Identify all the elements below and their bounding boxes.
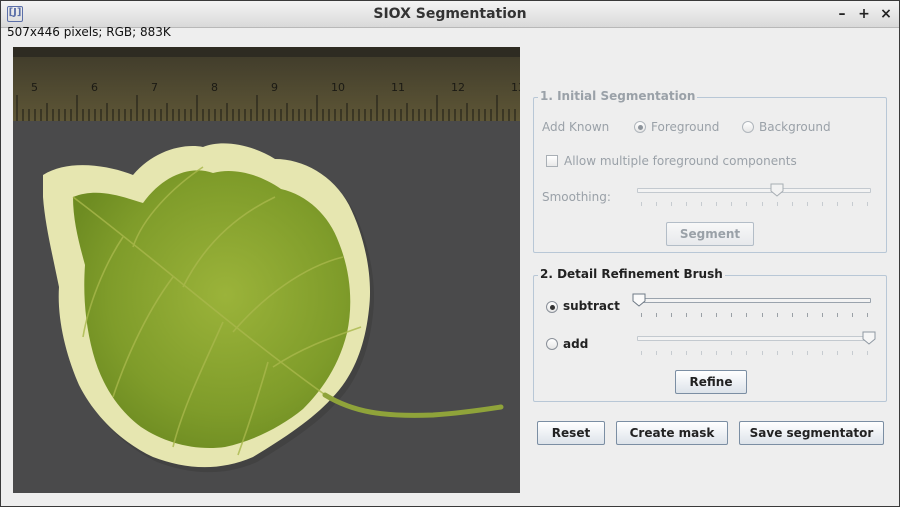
slider-tick [731,202,732,206]
slider-tick [792,313,793,317]
close-button[interactable]: × [877,5,895,23]
ruler-number: 13 [511,81,520,94]
slider-tick [746,351,747,355]
multiple-components-checkbox[interactable] [546,155,558,167]
save-segmentator-button[interactable]: Save segmentator [739,421,884,445]
subtract-ticks [637,313,871,319]
slider-tick [701,202,702,206]
slider-tick [746,313,747,317]
siox-window: [J] SIOX Segmentation – + × 507x446 pixe… [0,0,900,507]
slider-tick [762,202,763,206]
multiple-components-label: Allow multiple foreground components [564,154,797,168]
reset-button[interactable]: Reset [537,421,605,445]
foreground-label: Foreground [651,120,720,134]
slider-tick [716,313,717,317]
slider-tick [807,313,808,317]
slider-tick [701,351,702,355]
slider-tick [837,351,838,355]
window-title: SIOX Segmentation [373,6,527,22]
slider-tick [852,313,853,317]
slider-tick [656,351,657,355]
slider-tick [777,351,778,355]
slider-tick [822,202,823,206]
create-mask-button[interactable]: Create mask [616,421,728,445]
slider-tick [822,351,823,355]
smoothing-slider-thumb[interactable] [770,183,784,197]
maximize-button[interactable]: + [855,5,873,23]
slider-tick [852,351,853,355]
subtract-label: subtract [563,299,620,313]
refinement-panel: 2. Detail Refinement Brush subtract add … [533,267,887,402]
background-label: Background [759,120,831,134]
subtract-slider-thumb[interactable] [632,293,646,307]
refine-button[interactable]: Refine [675,370,747,394]
slider-tick [777,313,778,317]
slider-tick [641,351,642,355]
slider-tick [867,313,868,317]
add-radio[interactable] [546,338,558,350]
ruler-number: 12 [451,81,465,94]
image-info: 507x446 pixels; RGB; 883K [7,25,171,39]
slider-tick [731,313,732,317]
slider-tick [762,351,763,355]
add-known-label: Add Known [542,120,610,134]
add-label: add [563,337,589,351]
slider-tick [686,351,687,355]
segment-button[interactable]: Segment [666,222,754,246]
image-canvas[interactable]: 5 6 7 8 9 10 11 12 13 [13,47,520,493]
slider-tick [792,351,793,355]
slider-tick [671,351,672,355]
slider-tick [807,351,808,355]
ruler-number: 5 [31,81,38,94]
initial-segmentation-panel: 1. Initial Segmentation Add Known Foregr… [533,89,887,253]
smoothing-ticks [637,202,871,208]
slider-tick [762,313,763,317]
slider-tick [641,202,642,206]
subtract-slider[interactable] [637,298,871,303]
slider-tick [807,202,808,206]
foreground-radio[interactable] [634,121,646,133]
slider-tick [837,202,838,206]
slider-tick [716,202,717,206]
ruler-number: 9 [271,81,278,94]
add-slider[interactable] [637,336,871,341]
slider-tick [867,351,868,355]
slider-tick [746,202,747,206]
background-radio[interactable] [742,121,754,133]
ruler-number: 11 [391,81,405,94]
title-bar[interactable]: [J] SIOX Segmentation – + × [1,1,899,28]
slider-tick [716,351,717,355]
slider-tick [792,202,793,206]
subtract-radio[interactable] [546,301,558,313]
slider-tick [852,202,853,206]
refinement-legend: 2. Detail Refinement Brush [538,267,725,281]
slider-tick [686,313,687,317]
add-ticks [637,351,871,357]
minimize-button[interactable]: – [833,5,851,23]
ruler-number: 7 [151,81,158,94]
smoothing-slider[interactable] [637,188,871,193]
slider-tick [656,313,657,317]
ruler-number: 8 [211,81,218,94]
slider-tick [671,202,672,206]
add-slider-thumb[interactable] [862,331,876,345]
slider-tick [671,313,672,317]
slider-tick [641,313,642,317]
slider-tick [822,313,823,317]
initial-segmentation-legend: 1. Initial Segmentation [538,89,698,103]
leaf-image: 5 6 7 8 9 10 11 12 13 [13,47,520,473]
slider-tick [731,351,732,355]
slider-tick [656,202,657,206]
smoothing-label: Smoothing: [542,190,611,204]
slider-tick [777,202,778,206]
slider-tick [867,202,868,206]
ruler-number: 10 [331,81,345,94]
slider-tick [837,313,838,317]
slider-tick [686,202,687,206]
slider-tick [701,313,702,317]
ruler-number: 6 [91,81,98,94]
